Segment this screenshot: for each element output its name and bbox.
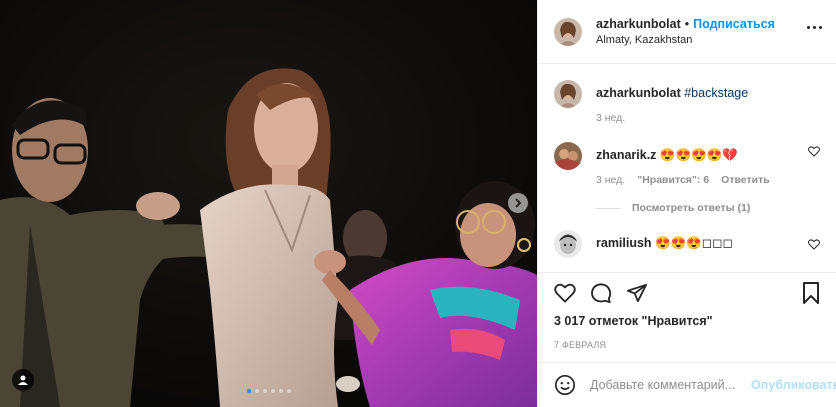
tag-user-icon [18,375,28,385]
like-icon[interactable] [554,283,576,303]
comment-item: zhanarik.z 😍😍😍😍💔 3 нед. "Нравится": 6 От… [554,142,820,186]
hashtag-link[interactable]: #backstage [684,86,748,100]
comment-username[interactable]: ramiliush [596,236,652,250]
carousel-dot [246,389,251,393]
photo-image [0,0,537,407]
comment-text: 😍😍😍😍💔 [659,148,738,162]
location-link[interactable]: Almaty, Kazakhstan [596,34,775,46]
caption-username[interactable]: azharkunbolat [596,86,681,100]
next-slide-button[interactable] [508,193,528,213]
view-replies-button[interactable]: Посмотреть ответы (1) [596,202,820,214]
comment-input[interactable] [590,378,751,392]
publish-button[interactable]: Опубликовать [751,378,836,392]
tagged-users-button[interactable] [12,369,34,391]
post-header: azharkunbolat • Подписаться Almaty, Kaza… [538,0,836,64]
heart-icon [808,239,820,250]
follow-button[interactable]: Подписаться [693,17,775,31]
add-comment-bar: Опубликовать [538,362,836,407]
separator-dot: • [684,17,690,31]
author-username[interactable]: azharkunbolat [596,17,681,31]
comments-list: azharkunbolat #backstage 3 нед. zhanarik… [538,64,836,272]
carousel-dot [278,389,283,393]
carousel-dot [270,389,275,393]
comment-icon[interactable] [590,282,612,304]
comment-likes[interactable]: "Нравится": 6 [637,174,709,186]
reply-button[interactable]: Ответить [721,174,770,186]
post-date[interactable]: 7 февраля [554,340,820,350]
comment-like-button[interactable] [808,239,820,253]
author-avatar[interactable] [554,80,582,108]
carousel-dot [262,389,267,393]
likes-count[interactable]: 3 017 отметок "Нравится" [554,314,820,328]
chevron-right-icon [515,198,522,208]
share-icon[interactable] [626,283,648,303]
more-icon[interactable] [807,26,822,29]
carousel-indicator [246,389,291,393]
instagram-post: azharkunbolat • Подписаться Almaty, Kaza… [0,0,836,407]
carousel-dot [254,389,259,393]
view-replies-label: Посмотреть ответы (1) [632,202,751,214]
commenter-avatar[interactable] [554,230,582,258]
heart-icon [808,146,820,157]
post-photo[interactable] [0,0,537,407]
post-sidebar: azharkunbolat • Подписаться Almaty, Kaza… [537,0,836,407]
comment-like-button[interactable] [808,146,820,160]
comment-text: 😍😍😍◻◻◻ [655,236,733,250]
save-icon[interactable] [802,282,820,304]
author-avatar[interactable] [554,17,582,46]
comment-item: ramiliush 😍😍😍◻◻◻ [554,230,820,258]
commenter-avatar[interactable] [554,142,582,170]
comment-username[interactable]: zhanarik.z [596,148,656,162]
comment-time[interactable]: 3 нед. [596,174,625,186]
carousel-dot [286,389,291,393]
caption: azharkunbolat #backstage 3 нед. [554,80,820,124]
caption-time[interactable]: 3 нед. [596,112,625,124]
emoji-icon[interactable] [554,374,576,396]
post-actions: 3 017 отметок "Нравится" 7 февраля [538,272,836,350]
